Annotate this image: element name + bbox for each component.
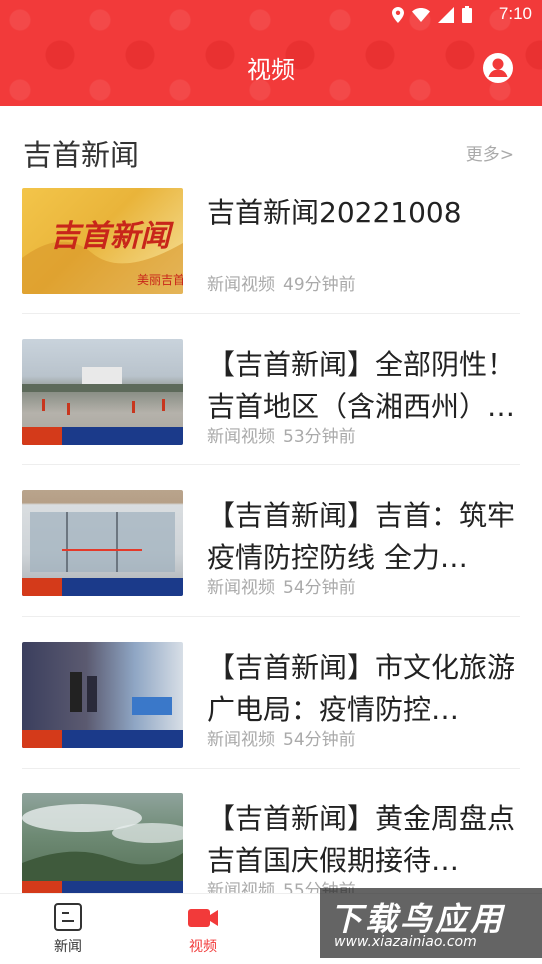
nav-label-video: 视频 xyxy=(189,939,217,955)
watermark-logo: 下载鸟应用 www.xiazainiao.com xyxy=(320,888,542,958)
news-thumbnail xyxy=(22,490,183,596)
news-time: 54分钟前 xyxy=(283,730,356,750)
status-time: 7:10 xyxy=(498,4,532,23)
news-thumbnail xyxy=(22,339,183,445)
video-icon xyxy=(188,909,218,927)
more-link[interactable]: 更多> xyxy=(466,140,514,165)
divider xyxy=(22,768,520,769)
news-time: 49分钟前 xyxy=(283,275,356,295)
news-meta: 新闻视频 49分钟前 xyxy=(207,270,356,295)
news-item[interactable]: 【吉首新闻】吉首：筑牢疫情防控防线 全力… 新闻视频 54分钟前 xyxy=(0,483,542,635)
watermark-url: www.xiazainiao.com xyxy=(334,934,477,950)
news-source: 新闻视频 xyxy=(207,578,275,598)
location-icon xyxy=(392,6,404,27)
user-icon xyxy=(483,53,513,83)
nav-label-news: 新闻 xyxy=(54,939,82,955)
page-title: 视频 xyxy=(247,56,295,84)
news-meta: 新闻视频 54分钟前 xyxy=(207,725,356,750)
svg-text:美丽吉首: 美丽吉首 xyxy=(137,273,183,287)
news-source: 新闻视频 xyxy=(207,275,275,295)
section-title: 吉首新闻 xyxy=(23,138,140,172)
news-item[interactable]: 【吉首新闻】市文化旅游广电局：疫情防控… 新闻视频 54分钟前 xyxy=(0,635,542,787)
news-headline: 【吉首新闻】全部阴性！吉首地区（含湘西州）… xyxy=(207,348,516,423)
news-headline: 【吉首新闻】市文化旅游广电局：疫情防控… xyxy=(207,651,516,726)
news-meta: 新闻视频 54分钟前 xyxy=(207,573,356,598)
signal-icon xyxy=(438,6,454,27)
status-bar: 7:10 xyxy=(0,0,542,30)
news-time: 53分钟前 xyxy=(283,427,356,447)
news-meta: 新闻视频 53分钟前 xyxy=(207,422,356,447)
battery-icon xyxy=(462,6,472,27)
news-headline: 吉首新闻20221008 xyxy=(207,196,462,229)
news-headline: 【吉首新闻】黄金周盘点 吉首国庆假期接待… xyxy=(207,802,516,877)
news-source: 新闻视频 xyxy=(207,427,275,447)
news-headline: 【吉首新闻】吉首：筑牢疫情防控防线 全力… xyxy=(207,499,516,574)
divider xyxy=(22,616,520,617)
news-icon xyxy=(54,903,82,931)
news-thumbnail: 吉首新闻 美丽吉首 xyxy=(22,188,183,294)
divider xyxy=(22,464,520,465)
svg-text:吉首新闻: 吉首新闻 xyxy=(50,219,174,254)
news-thumbnail xyxy=(22,642,183,748)
nav-item-video[interactable]: 视频 xyxy=(163,902,243,956)
divider xyxy=(22,313,520,314)
profile-button[interactable] xyxy=(482,52,514,84)
wifi-icon xyxy=(412,7,430,26)
news-time: 54分钟前 xyxy=(283,578,356,598)
app-header: 7:10 视频 xyxy=(0,0,542,106)
news-item[interactable]: 吉首新闻 美丽吉首 吉首新闻20221008 新闻视频 49分钟前 xyxy=(0,180,542,332)
news-thumbnail xyxy=(22,793,183,899)
news-source: 新闻视频 xyxy=(207,730,275,750)
news-item[interactable]: 【吉首新闻】全部阴性！吉首地区（含湘西州）… 新闻视频 53分钟前 xyxy=(0,332,542,484)
nav-item-news[interactable]: 新闻 xyxy=(28,902,108,956)
